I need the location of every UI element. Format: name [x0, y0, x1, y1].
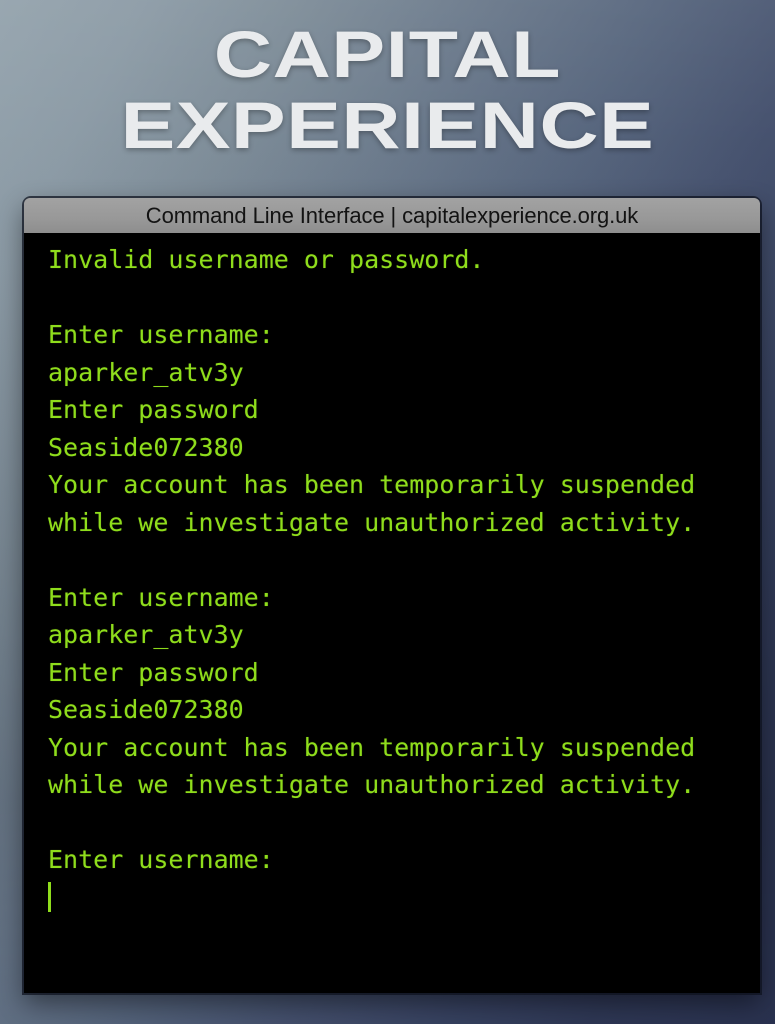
terminal-input-line[interactable]	[48, 879, 746, 917]
terminal-line: Enter username:	[48, 845, 274, 874]
terminal-line: Your account has been temporarily suspen…	[48, 732, 711, 800]
terminal-title-label: Command Line Interface | capitalexperien…	[145, 202, 639, 228]
terminal-line: Invalid username or password.	[48, 245, 485, 274]
terminal-line: Seaside072380	[48, 695, 244, 724]
terminal-line: Enter username:	[48, 582, 274, 612]
page-root: CAPITAL EXPERIENCE Command Line Interfac…	[0, 0, 775, 1024]
terminal-output: Invalid username or password. Enter user…	[48, 241, 746, 916]
terminal-line: Seaside072380	[48, 432, 244, 462]
terminal-line: Your account has been temporarily suspen…	[48, 470, 711, 537]
terminal-line: Enter username:	[48, 320, 274, 349]
terminal-line: Enter password	[48, 395, 259, 424]
terminal-line: aparker_atv3y	[48, 357, 244, 387]
terminal-titlebar[interactable]: Command Line Interface | capitalexperien…	[24, 198, 760, 233]
text-cursor-icon	[48, 881, 51, 912]
terminal-window: Command Line Interface | capitalexperien…	[24, 198, 760, 993]
terminal-body[interactable]: Invalid username or password. Enter user…	[24, 233, 760, 993]
brand-title-line-1: CAPITAL	[213, 17, 562, 91]
brand-heading: CAPITAL EXPERIENCE	[0, 17, 775, 162]
brand-title-line-2: EXPERIENCE	[120, 87, 655, 162]
terminal-line: aparker_atv3y	[48, 620, 244, 649]
terminal-line: Enter password	[48, 657, 259, 687]
